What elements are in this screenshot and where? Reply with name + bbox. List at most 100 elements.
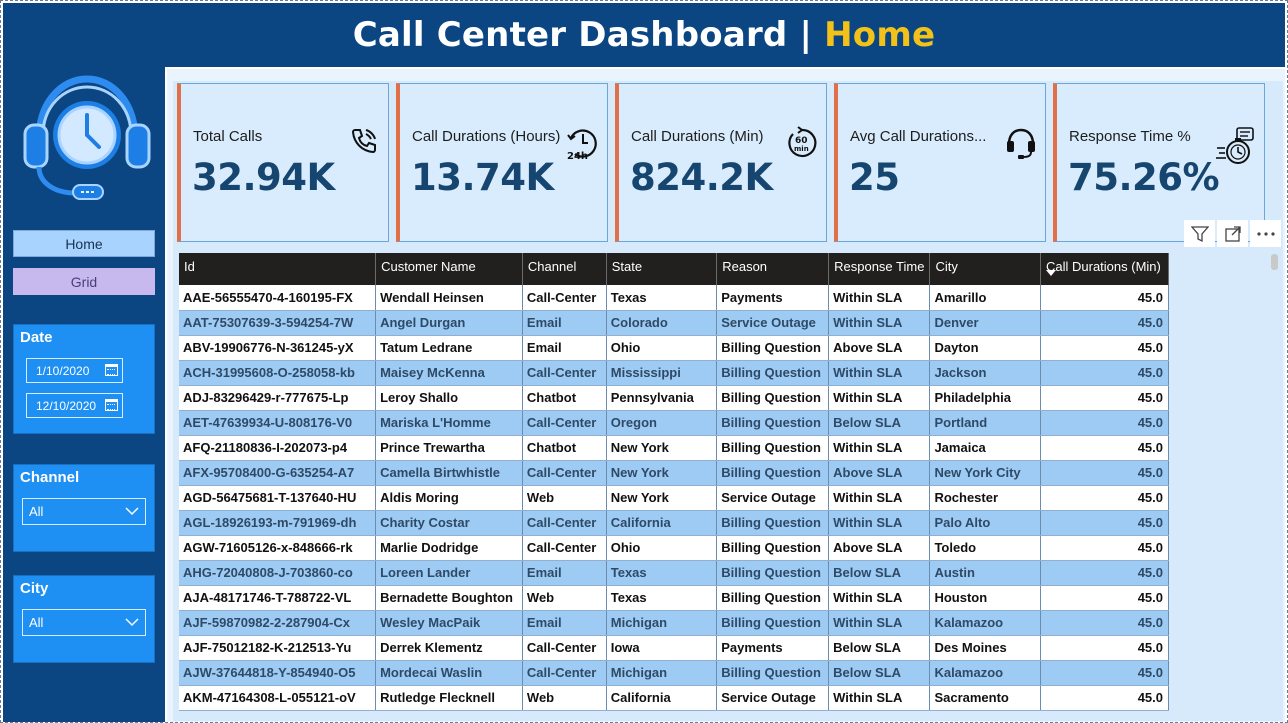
column-header-label: Channel: [527, 259, 577, 274]
kpi-card-avg-duration[interactable]: Avg Call Durations... 25: [834, 83, 1046, 242]
table-row[interactable]: AET-47639934-U-808176-V0 Mariska L'Homme C…: [179, 410, 1169, 436]
kpi-card-call-minutes[interactable]: Call Durations (Min) 824.2K 60 min: [615, 83, 827, 242]
table-cell: Billing Question: [716, 360, 830, 386]
column-header[interactable]: Call Durations (Min): [1040, 253, 1169, 285]
table-cell: Wesley MacPaik: [375, 610, 523, 636]
table-scrollbar-thumb[interactable]: [1271, 254, 1278, 270]
table-cell: AKM-47164308-L-055121-oV: [179, 685, 377, 711]
calendar-icon[interactable]: [105, 399, 118, 411]
nav-home-button[interactable]: Home: [13, 230, 155, 257]
table-cell: Payments: [716, 285, 830, 311]
table-cell: 45.0: [1040, 660, 1169, 686]
kpi-value: 75.26%: [1068, 156, 1220, 199]
end-date-input[interactable]: 12/10/2020: [26, 393, 123, 418]
kpi-value: 13.74K: [411, 156, 554, 199]
table-cell: Within SLA: [828, 285, 931, 311]
table-cell: 45.0: [1040, 310, 1169, 336]
city-dropdown[interactable]: All: [22, 609, 146, 636]
column-header[interactable]: Customer Name: [375, 253, 523, 285]
table-cell: Web: [522, 685, 607, 711]
table-cell: 45.0: [1040, 285, 1169, 311]
table-row[interactable]: ACH-31995608-O-258058-kb Maisey McKenna Ca…: [179, 360, 1169, 386]
more-options-button[interactable]: [1250, 220, 1281, 247]
table-row[interactable]: AJF-59870982-2-287904-Cx Wesley MacPaik Em…: [179, 610, 1169, 636]
kpi-label: Total Calls: [193, 128, 263, 145]
date-slicer: Date 1/10/2020 12/10/2020: [13, 324, 155, 434]
end-date-value: 12/10/2020: [36, 398, 97, 413]
column-header[interactable]: Id: [179, 253, 377, 285]
start-date-input[interactable]: 1/10/2020: [26, 358, 123, 383]
table-cell: Portland: [929, 410, 1041, 436]
table-cell: 45.0: [1040, 385, 1169, 411]
table-row[interactable]: AKM-47164308-L-055121-oV Rutledge Fleckne…: [179, 685, 1169, 711]
table-cell: ADJ-83296429-r-777675-Lp: [179, 385, 377, 411]
kpi-value: 824.2K: [630, 156, 773, 199]
table-row[interactable]: ADJ-83296429-r-777675-Lp Leroy Shallo Chat…: [179, 385, 1169, 411]
table-row[interactable]: AGL-18926193-m-791969-dh Charity Costar Ca…: [179, 510, 1169, 536]
column-header-label: Id: [184, 259, 195, 274]
table-cell: Mariska L'Homme: [375, 410, 523, 436]
nav-grid-button[interactable]: Grid: [13, 268, 155, 295]
sort-descending-icon: [1046, 270, 1056, 276]
title-text: Call Center Dashboard |: [352, 15, 825, 55]
city-slicer: City All: [13, 575, 155, 663]
calendar-icon[interactable]: [105, 364, 118, 376]
title-highlight: Home: [824, 15, 936, 55]
fast-stopwatch-icon: [1216, 127, 1254, 164]
dashboard-frame: Call Center Dashboard | Home Home Grid D…: [0, 0, 1288, 723]
table-cell: Email: [522, 310, 607, 336]
table-row[interactable]: AAT-75307639-3-594254-7W Angel Durgan Emai…: [179, 310, 1169, 336]
table-row[interactable]: AAE-56555470-4-160195-FX Wendall Heinsen C…: [179, 285, 1169, 311]
table-cell: Within SLA: [828, 685, 931, 711]
table-cell: Call-Center: [522, 635, 607, 661]
table-cell: Chatbot: [522, 385, 607, 411]
table-cell: New York: [606, 485, 718, 511]
kpi-card-response-time[interactable]: Response Time % 75.26%: [1053, 83, 1265, 242]
table-row[interactable]: ABV-19906776-N-361245-yX Tatum Ledrane Ema…: [179, 335, 1169, 361]
table-row[interactable]: AJA-48171746-T-788722-VL Bernadette Bough…: [179, 585, 1169, 611]
filter-button[interactable]: [1184, 220, 1215, 247]
table-cell: Tatum Ledrane: [375, 335, 523, 361]
table-cell: Austin: [929, 560, 1041, 586]
column-header-label: Customer Name: [381, 259, 476, 274]
table-row[interactable]: AJF-75012182-K-212513-Yu Derrek Klementz C…: [179, 635, 1169, 661]
table-row[interactable]: AGW-71605126-x-848666-rk Marlie Dodridge C…: [179, 535, 1169, 561]
table-cell: Sacramento: [929, 685, 1041, 711]
page-title: Call Center Dashboard | Home: [353, 15, 936, 55]
table-cell: Billing Question: [716, 335, 830, 361]
kpi-label: Avg Call Durations...: [850, 128, 987, 145]
table-cell: Billing Question: [716, 585, 830, 611]
table-cell: Michigan: [606, 660, 718, 686]
column-header[interactable]: Channel: [522, 253, 607, 285]
channel-dropdown[interactable]: All: [22, 498, 146, 525]
table-row[interactable]: AJW-37644818-Y-854940-O5 Mordecai Waslin C…: [179, 660, 1169, 686]
table-cell: Pennsylvania: [606, 385, 718, 411]
table-row[interactable]: AGD-56475681-T-137640-HU Aldis Moring Web N…: [179, 485, 1169, 511]
table-cell: Mordecai Waslin: [375, 660, 523, 686]
table-cell: 45.0: [1040, 435, 1169, 461]
table-row[interactable]: AFX-95708400-G-635254-A7 Camella Birtwhis…: [179, 460, 1169, 486]
kpi-card-call-hours[interactable]: Call Durations (Hours) 13.74K 24h: [396, 83, 608, 242]
table-cell: Texas: [606, 560, 718, 586]
table-cell: AGW-71605126-x-848666-rk: [179, 535, 377, 561]
table-cell: Charity Costar: [375, 510, 523, 536]
table-cell: Billing Question: [716, 660, 830, 686]
kpi-card-total-calls[interactable]: Total Calls 32.94K: [177, 83, 389, 242]
table-cell: Above SLA: [828, 535, 931, 561]
table-cell: Payments: [716, 635, 830, 661]
focus-mode-button[interactable]: [1217, 220, 1248, 247]
table-cell: Email: [522, 560, 607, 586]
column-header[interactable]: City: [929, 253, 1041, 285]
column-header-label: Response Time: [834, 259, 925, 274]
table-row[interactable]: AHG-72040808-J-703860-co Loreen Lander Ema…: [179, 560, 1169, 586]
table-cell: Texas: [606, 285, 718, 311]
column-header-label: State: [611, 259, 643, 274]
table-cell: Wendall Heinsen: [375, 285, 523, 311]
column-header[interactable]: Reason: [716, 253, 830, 285]
table-cell: Philadelphia: [929, 385, 1041, 411]
column-header[interactable]: Response Time: [828, 253, 931, 285]
column-header[interactable]: State: [606, 253, 718, 285]
table-row[interactable]: AFQ-21180836-I-202073-p4 Prince Trewartha…: [179, 435, 1169, 461]
column-header-label: Reason: [722, 259, 768, 274]
calls-table-container: Id Customer Name Channel State Reason Respons…: [179, 253, 1169, 721]
